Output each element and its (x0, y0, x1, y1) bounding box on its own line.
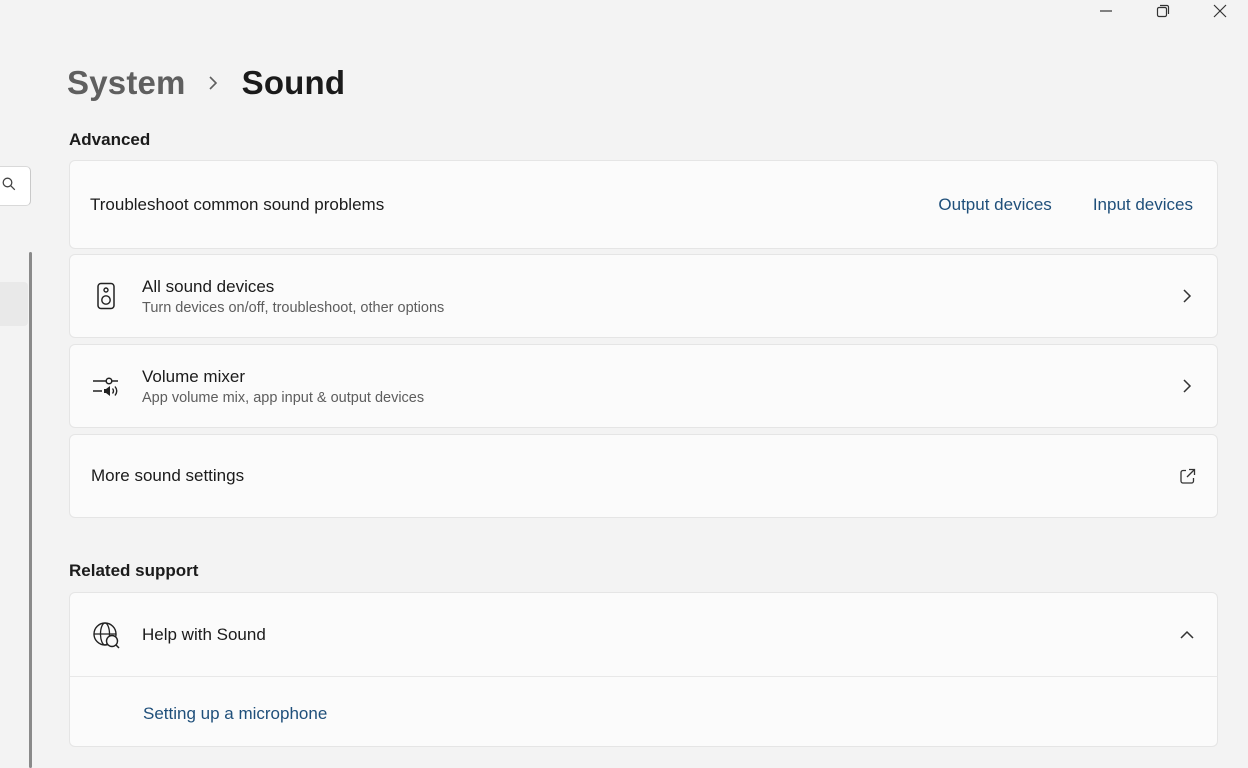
help-with-sound-text: Help with Sound (142, 625, 266, 645)
speaker-icon (92, 282, 120, 310)
minimize-button[interactable] (1077, 0, 1134, 22)
all-sound-devices-desc: Turn devices on/off, troubleshoot, other… (142, 299, 445, 316)
chevron-right-icon (1179, 378, 1195, 394)
all-sound-devices-text: All sound devices Turn devices on/off, t… (142, 277, 444, 316)
volume-mixer-title: Volume mixer (142, 366, 245, 386)
help-with-sound-expanded: Setting up a microphone (69, 676, 1218, 747)
troubleshoot-card: Troubleshoot common sound problems Outpu… (69, 160, 1218, 249)
nav-search-box[interactable] (0, 166, 31, 206)
volume-mixer-desc: App volume mix, app input & output devic… (142, 389, 425, 406)
breadcrumb: System Sound (67, 62, 345, 104)
help-with-sound-title: Help with Sound (142, 624, 266, 644)
section-advanced-heading: Advanced (69, 130, 151, 149)
output-devices-link[interactable]: Output devices (938, 195, 1051, 215)
chevron-right-icon (208, 75, 218, 91)
settings-window: System Sound Advanced Troubleshoot commo… (0, 0, 1248, 768)
all-sound-devices-title: All sound devices (142, 276, 275, 296)
globe-help-icon (92, 621, 120, 649)
close-icon (1213, 4, 1227, 18)
volume-mixer-card[interactable]: Volume mixer App volume mix, app input &… (69, 344, 1218, 428)
search-icon (2, 177, 16, 196)
breadcrumb-system[interactable]: System (67, 64, 186, 102)
help-with-sound-card[interactable]: Help with Sound (69, 592, 1218, 677)
troubleshoot-label: Troubleshoot common sound problems (90, 194, 385, 214)
page-title: Sound (241, 64, 346, 101)
chevron-right-icon (1179, 288, 1195, 304)
caption-buttons (1077, 0, 1248, 22)
external-link-icon (1178, 467, 1196, 485)
more-sound-settings-card[interactable]: More sound settings (69, 434, 1218, 518)
close-button[interactable] (1191, 0, 1248, 22)
volume-mixer-text: Volume mixer App volume mix, app input &… (142, 367, 424, 406)
minimize-icon (1099, 4, 1113, 18)
setting-up-microphone-link[interactable]: Setting up a microphone (143, 704, 327, 724)
nav-scrollbar[interactable] (29, 252, 32, 768)
restore-button[interactable] (1134, 0, 1191, 22)
all-sound-devices-card[interactable]: All sound devices Turn devices on/off, t… (69, 254, 1218, 338)
chevron-up-icon[interactable] (1179, 627, 1195, 643)
nav-selected-item[interactable] (0, 282, 28, 326)
more-sound-settings-title: More sound settings (91, 466, 245, 485)
troubleshoot-links: Output devices Input devices (938, 195, 1193, 215)
volume-mixer-icon (92, 372, 120, 400)
section-related-support-heading: Related support (69, 561, 199, 580)
restore-icon (1156, 4, 1170, 18)
input-devices-link[interactable]: Input devices (1093, 195, 1193, 215)
